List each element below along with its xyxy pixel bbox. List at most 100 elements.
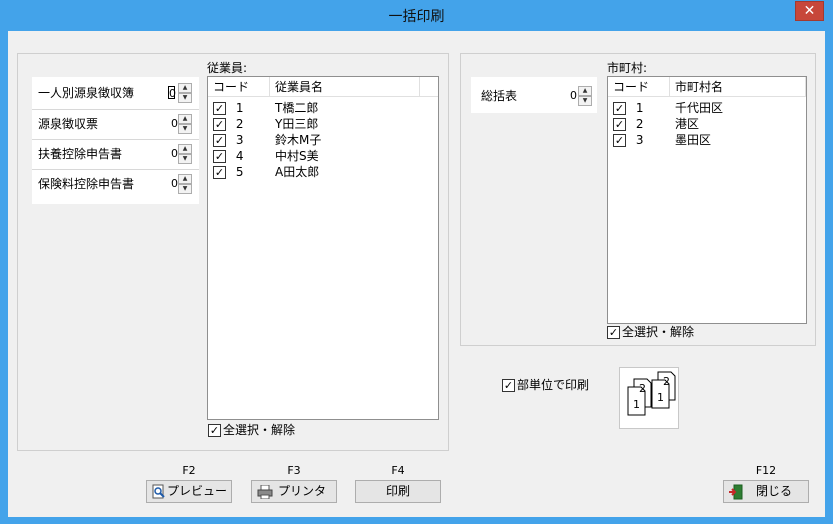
form-type-list: 一人別源泉徴収簿 0 ▲ ▼ 源泉徴収票 0 ▲ ▼ 扶養控除申告書 0 ▲ ▼ 保険… [32,77,199,204]
close-button-label: 閉じる [755,484,792,498]
employees-select-all-label: 全選択・解除 [223,423,296,437]
municipalities-label: 市町村: [607,61,648,75]
insurance-deduction-spinner[interactable]: ▲ ▼ [178,174,192,194]
form-label-dependent-deduction: 扶養控除申告書 [38,147,123,161]
spin-up-icon[interactable]: ▲ [178,83,192,93]
spin-up-icon[interactable]: ▲ [178,114,192,124]
employees-select-all-checkbox[interactable]: ✓ [208,424,221,437]
divider [32,169,199,170]
employee-name: A田太郎 [275,165,320,179]
employee-row[interactable]: ✓ 2 [213,116,243,132]
municipality-row-checkbox[interactable]: ✓ [613,102,626,115]
employee-row-checkbox[interactable]: ✓ [213,166,226,179]
employee-code: 2 [235,117,244,131]
withholding-slip-spinner[interactable]: ▲ ▼ [178,114,192,134]
employee-code: 1 [235,101,244,115]
municipality-code: 1 [635,101,644,115]
close-key-label: F12 [755,464,777,477]
dependent-deduction-count[interactable]: 0 [168,147,178,160]
employee-row-checkbox[interactable]: ✓ [213,118,226,131]
withholding-ledger-count[interactable]: 0 [168,86,176,100]
preview-icon [152,484,166,499]
municipality-row[interactable]: ✓ 1 [613,100,643,116]
employee-code: 5 [235,165,244,179]
divider [32,109,199,110]
spin-up-icon[interactable]: ▲ [578,86,592,96]
print-by-department-checkbox[interactable]: ✓ [502,379,515,392]
employee-row-checkbox[interactable]: ✓ [213,134,226,147]
insurance-deduction-count[interactable]: 0 [168,177,178,190]
print-key-label: F4 [391,464,405,477]
title-bar: 一括印刷 ✕ [0,0,833,31]
municipalities-select-all-checkbox[interactable]: ✓ [607,326,620,339]
municipality-name: 港区 [675,117,700,131]
withholding-slip-count[interactable]: 0 [168,117,178,130]
collate-left-top-number: 2 [639,382,646,395]
divider [32,139,199,140]
employees-label: 従業員: [207,61,248,75]
column-header-code[interactable]: コード [208,77,270,97]
spin-down-icon[interactable]: ▼ [178,154,192,164]
municipalities-select-all[interactable]: ✓ 全選択・解除 [607,324,694,340]
employee-list[interactable]: コード 従業員名 ✓ 1 T橋二郎 ✓ 2 Y田三郎 ✓ 3 鈴木M子 ✓ 4 [207,76,439,420]
print-by-department[interactable]: ✓ 部単位で印刷 [502,377,589,393]
municipality-name: 千代田区 [675,101,724,115]
form-label-withholding-slip: 源泉徴収票 [38,117,99,131]
column-header-municipality-name[interactable]: 市町村名 [670,77,806,97]
spin-down-icon[interactable]: ▼ [178,93,192,103]
printer-icon [257,484,273,500]
dialog-client-area: 一人別源泉徴収簿 0 ▲ ▼ 源泉徴収票 0 ▲ ▼ 扶養控除申告書 0 ▲ ▼ 保険… [8,31,825,517]
employee-name: 鈴木M子 [275,133,322,147]
municipality-list-header: コード 市町村名 [608,77,806,97]
spin-up-icon[interactable]: ▲ [178,144,192,154]
dependent-deduction-spinner[interactable]: ▲ ▼ [178,144,192,164]
summary-spinner[interactable]: ▲ ▼ [578,86,592,106]
spin-up-icon[interactable]: ▲ [178,174,192,184]
municipality-row-checkbox[interactable]: ✓ [613,118,626,131]
column-header-code[interactable]: コード [608,77,670,97]
municipality-row[interactable]: ✓ 3 [613,132,643,148]
municipality-name: 墨田区 [675,133,712,147]
spin-down-icon[interactable]: ▼ [178,184,192,194]
employee-name: T橋二郎 [275,101,319,115]
collate-pages-icon: 2 1 2 1 [619,367,679,429]
withholding-ledger-spinner[interactable]: ▲ ▼ [178,83,192,103]
employee-row[interactable]: ✓ 4 [213,148,243,164]
column-header-employee-name[interactable]: 従業員名 [270,77,420,97]
close-button[interactable]: 閉じる [723,480,809,503]
preview-key-label: F2 [182,464,196,477]
exit-door-icon [728,484,744,500]
printer-key-label: F3 [287,464,301,477]
employees-select-all[interactable]: ✓ 全選択・解除 [208,422,295,438]
municipality-code: 2 [635,117,644,131]
collate-left-bottom-number: 1 [633,398,640,411]
employee-name: 中村S美 [275,149,319,163]
collate-right-top-number: 2 [663,375,670,388]
form-label-insurance-deduction: 保険料控除申告書 [38,177,135,191]
employee-code: 4 [235,149,244,163]
close-window-button[interactable]: ✕ [795,1,824,21]
window-title: 一括印刷 [388,9,445,25]
summary-label: 総括表 [481,89,518,103]
employee-row[interactable]: ✓ 3 [213,132,243,148]
municipality-row-checkbox[interactable]: ✓ [613,134,626,147]
collate-right-bottom-number: 1 [657,391,664,404]
employee-row-checkbox[interactable]: ✓ [213,102,226,115]
employee-row-checkbox[interactable]: ✓ [213,150,226,163]
print-button[interactable]: 印刷 [355,480,441,503]
municipality-code: 3 [635,133,644,147]
printer-button[interactable]: プリンタ [251,480,337,503]
employee-row[interactable]: ✓ 1 [213,100,243,116]
municipality-list[interactable]: コード 市町村名 ✓ 1 千代田区 ✓ 2 港区 ✓ 3 墨田区 [607,76,807,324]
employee-code: 3 [235,133,244,147]
employee-row[interactable]: ✓ 5 [213,164,243,180]
form-label-withholding-ledger: 一人別源泉徴収簿 [38,86,135,100]
summary-count[interactable]: 0 [567,89,577,102]
collate-pages-graphic: 2 1 2 1 [627,371,676,416]
summary-row: 総括表 0 ▲ ▼ [471,77,597,113]
spin-down-icon[interactable]: ▼ [178,124,192,134]
municipality-row[interactable]: ✓ 2 [613,116,643,132]
preview-button[interactable]: プレビュー [146,480,232,503]
spin-down-icon[interactable]: ▼ [578,96,592,106]
employee-list-header: コード 従業員名 [208,77,438,97]
